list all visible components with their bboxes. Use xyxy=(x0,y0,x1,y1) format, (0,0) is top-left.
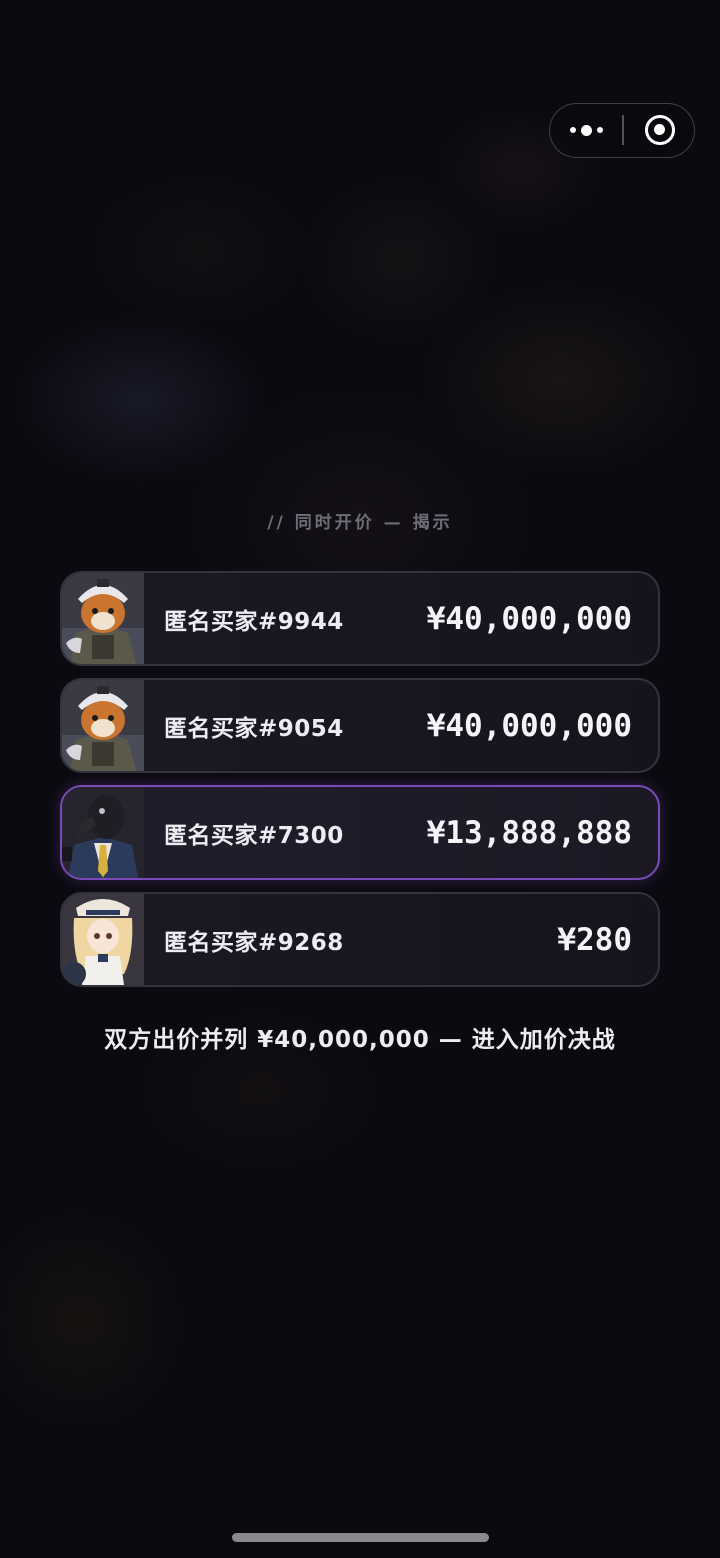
capsule-divider xyxy=(622,115,624,145)
bid-price: ¥13,888,888 xyxy=(426,814,632,851)
bid-price: ¥280 xyxy=(557,921,632,958)
bid-list: 匿名买家#9944 ¥40,000,000 匿名买家#9054 ¥40,000,… xyxy=(60,571,660,999)
bird-suit-avatar xyxy=(62,787,144,878)
target-close-icon[interactable] xyxy=(645,115,675,145)
fox-pilot-avatar xyxy=(62,573,144,664)
mini-program-capsule xyxy=(549,103,695,158)
buyer-name: 匿名买家#9268 xyxy=(164,929,344,956)
home-indicator[interactable] xyxy=(232,1533,489,1542)
bid-row[interactable]: 匿名买家#9944 ¥40,000,000 xyxy=(60,571,660,666)
fox-pilot-avatar xyxy=(62,680,144,771)
bid-row[interactable]: 匿名买家#9268 ¥280 xyxy=(60,892,660,987)
bid-row[interactable]: 匿名买家#9054 ¥40,000,000 xyxy=(60,678,660,773)
buyer-name: 匿名买家#9054 xyxy=(164,715,344,742)
buyer-name: 匿名买家#9944 xyxy=(164,608,344,635)
bid-price: ¥40,000,000 xyxy=(426,600,632,637)
bid-price: ¥40,000,000 xyxy=(426,707,632,744)
bid-row-highlighted[interactable]: 匿名买家#7300 ¥13,888,888 xyxy=(60,785,660,880)
buyer-name: 匿名买家#7300 xyxy=(164,822,344,849)
anime-girl-avatar xyxy=(62,894,144,985)
more-dots-icon[interactable] xyxy=(550,104,622,156)
section-label: // 同时开价 — 揭示 xyxy=(267,513,453,533)
result-message: 双方出价并列 ¥40,000,000 — 进入加价决战 xyxy=(104,1027,616,1053)
